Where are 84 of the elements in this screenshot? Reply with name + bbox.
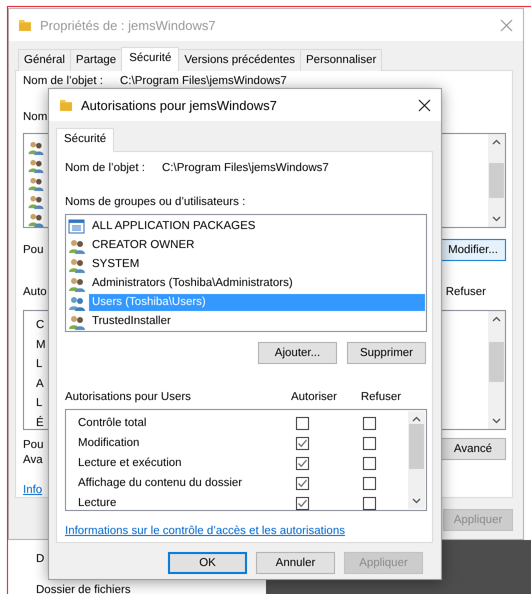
object-path: C:\Program Files\jemsWindows7 <box>162 162 329 175</box>
dialog-button[interactable]: OK <box>168 552 247 574</box>
object-label: Nom de l’objet : <box>23 75 104 88</box>
folder-icon <box>59 98 73 112</box>
scroll-thumb[interactable] <box>409 424 424 469</box>
folder-icon <box>18 18 32 32</box>
advanced-note: Pou <box>23 438 44 453</box>
group-icon <box>68 256 86 272</box>
modify-button[interactable]: Modifier... <box>440 239 506 261</box>
scrollbar[interactable] <box>488 311 505 429</box>
group-icon <box>27 140 45 155</box>
window-title: Propriétés de : jemsWindows7 <box>40 18 217 32</box>
scrollbar[interactable] <box>488 134 505 227</box>
deny-checkbox[interactable] <box>362 496 376 510</box>
chevron-down-icon[interactable] <box>412 498 421 504</box>
group-icon <box>27 194 45 209</box>
column-header: Refuser <box>360 391 402 403</box>
groups-label: Noms de groupes ou d’utilisateurs : <box>65 195 246 210</box>
allow-checkbox[interactable] <box>296 436 308 450</box>
deny-checkbox[interactable] <box>362 436 376 450</box>
group-item[interactable]: TrustedInstaller <box>89 313 425 330</box>
group-item[interactable]: SYSTEM <box>89 256 425 273</box>
group-icon <box>68 314 86 330</box>
tab[interactable]: Sécurité <box>121 47 180 71</box>
allow-checkbox[interactable] <box>296 496 308 510</box>
tab[interactable]: Partage <box>70 49 122 71</box>
chevron-down-icon[interactable] <box>492 418 501 424</box>
permissions-title: Autorisations pour Users <box>65 390 192 403</box>
allow-checkbox[interactable] <box>296 476 308 490</box>
scroll-thumb[interactable] <box>489 342 504 382</box>
deny-checkbox[interactable] <box>362 456 376 470</box>
list-button[interactable]: Ajouter... <box>258 342 337 364</box>
object-label: Nom de l’objet : <box>65 162 146 175</box>
groups-label: Nom <box>23 110 48 125</box>
info-link[interactable]: Informations sur le contrôle d’accès et les autorisations <box>65 525 345 537</box>
permission-name: L <box>36 396 42 411</box>
group-item[interactable]: CREATOR OWNER <box>89 237 425 254</box>
file-label: D <box>36 552 44 567</box>
permission-name: Affichage du contenu du dossier <box>77 477 244 489</box>
permission-name: M <box>36 338 46 352</box>
column-header: Refuser <box>446 285 486 300</box>
permission-name: L <box>36 357 42 372</box>
group-icon <box>68 294 86 310</box>
dialog-title: Autorisations pour jemsWindows7 <box>81 98 278 112</box>
close-icon[interactable] <box>418 98 431 112</box>
permissions-label: Auto <box>23 285 47 300</box>
permission-name: C <box>36 318 44 333</box>
group-icon <box>27 212 45 227</box>
chevron-down-icon[interactable] <box>492 216 501 222</box>
scrollbar[interactable] <box>408 411 425 509</box>
chevron-up-icon[interactable] <box>412 416 421 422</box>
permission-name: A <box>36 376 44 392</box>
deny-checkbox[interactable] <box>362 416 376 430</box>
chevron-up-icon[interactable] <box>492 316 501 322</box>
permission-name: Lecture et exécution <box>77 457 183 469</box>
allow-checkbox[interactable] <box>296 416 308 430</box>
group-icon <box>68 276 86 292</box>
permission-name: Contrôle total <box>77 417 148 429</box>
deny-checkbox[interactable] <box>362 476 376 490</box>
tab[interactable]: Personnaliser <box>300 49 382 71</box>
tab[interactable]: Général <box>18 49 71 71</box>
group-icon <box>27 176 45 191</box>
advanced-note: Ava <box>23 453 43 468</box>
dialog-button[interactable]: Annuler <box>256 552 335 574</box>
column-header: Autoriser <box>290 391 338 403</box>
chevron-up-icon[interactable] <box>492 139 501 145</box>
object-path: C:\Program Files\jemsWindows7 <box>120 75 287 88</box>
permission-name: É <box>36 415 44 430</box>
group-item[interactable]: ALL APPLICATION PACKAGES <box>89 218 425 235</box>
advanced-button[interactable]: Avancé <box>440 438 506 460</box>
group-icon <box>27 158 45 173</box>
list-button[interactable]: Supprimer <box>347 342 426 364</box>
file-label: Dossier de fichiers <box>36 583 131 594</box>
tab[interactable]: Sécurité <box>56 128 114 152</box>
scroll-thumb[interactable] <box>489 163 504 198</box>
permission-name: Lecture <box>77 497 118 509</box>
group-icon <box>68 238 86 254</box>
allow-checkbox[interactable] <box>296 456 308 470</box>
permissions-note: Pou <box>23 242 44 258</box>
info-link[interactable]: Info <box>23 484 42 496</box>
group-item[interactable]: Administrators (Toshiba\Administrators) <box>89 275 425 292</box>
permission-name: Modification <box>77 437 140 449</box>
app-window-icon <box>68 218 86 234</box>
tab[interactable]: Versions précédentes <box>178 49 301 71</box>
